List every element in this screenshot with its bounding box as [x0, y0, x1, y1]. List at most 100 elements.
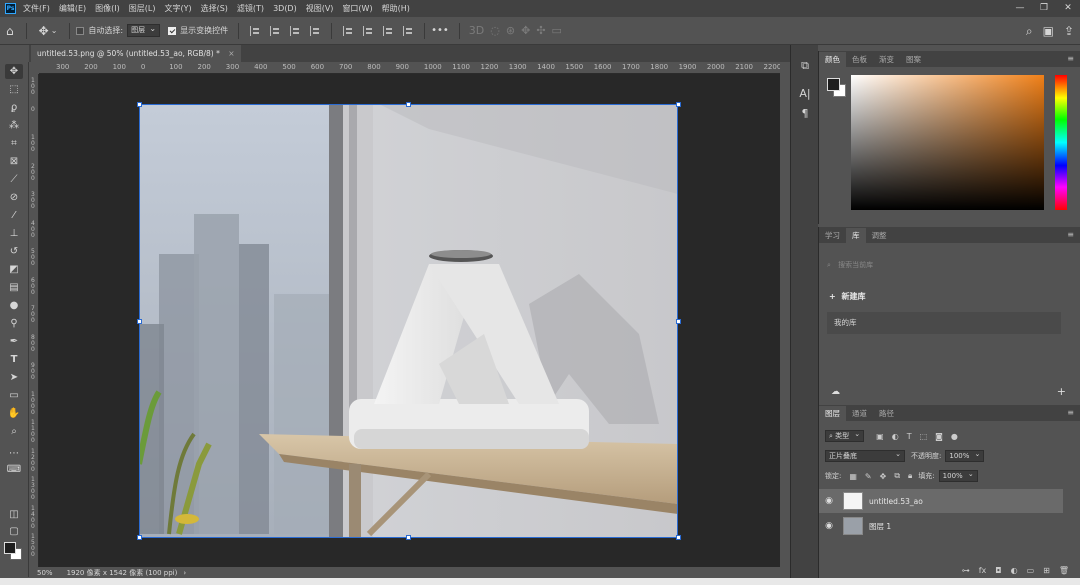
close-tab-icon[interactable]: ×: [228, 49, 234, 58]
more-options-button[interactable]: •••: [431, 25, 449, 36]
lock-artboard-icon[interactable]: ⧉: [894, 471, 900, 481]
panel-menu-icon[interactable]: ≡: [1067, 408, 1074, 417]
menu-edit[interactable]: 编辑(E): [59, 3, 86, 14]
rectangle-tool-icon[interactable]: ▭: [5, 388, 23, 403]
more-tools-icon[interactable]: ⋯: [5, 446, 23, 461]
transform-handle-bottom-left[interactable]: [137, 535, 142, 540]
menu-filter[interactable]: 滤镜(T): [237, 3, 264, 14]
fx-icon[interactable]: fx: [979, 566, 987, 575]
menu-layer[interactable]: 图层(L): [129, 3, 156, 14]
library-item[interactable]: 我的库: [827, 312, 1061, 334]
transform-handle-top-right[interactable]: [676, 102, 681, 107]
panel-menu-icon[interactable]: ≡: [1067, 54, 1074, 63]
transform-handle-bottom-right[interactable]: [676, 535, 681, 540]
fill-input[interactable]: 100%: [938, 469, 978, 482]
lasso-tool-icon[interactable]: ϼ: [5, 100, 23, 115]
path-select-tool-icon[interactable]: ➤: [5, 370, 23, 385]
adjustment-icon[interactable]: ◐: [1011, 566, 1018, 575]
menu-select[interactable]: 选择(S): [201, 3, 228, 14]
crop-tool-icon[interactable]: ⌗: [5, 136, 23, 151]
tab-adjustments[interactable]: 调整: [866, 228, 893, 243]
show-transform-checkbox[interactable]: [168, 26, 177, 35]
distribute-center-icon[interactable]: [363, 25, 373, 36]
opacity-input[interactable]: 100%: [945, 449, 985, 462]
color-picker-field[interactable]: [851, 75, 1044, 210]
layer-row-1[interactable]: ◉ 图层 1: [819, 514, 1063, 538]
tab-paths[interactable]: 路径: [873, 406, 900, 421]
lock-all-icon[interactable]: 🔒︎: [908, 471, 912, 481]
dodge-tool-icon[interactable]: ⚲: [5, 316, 23, 331]
gradient-tool-icon[interactable]: ▤: [5, 280, 23, 295]
new-library-button[interactable]: + 新建库: [829, 291, 866, 302]
healing-brush-tool-icon[interactable]: ⊘: [5, 190, 23, 205]
orbit-3d-icon[interactable]: ◌: [490, 24, 500, 37]
document-image[interactable]: [139, 104, 678, 538]
drag-3d-icon[interactable]: ✥: [521, 24, 530, 37]
canvas-area[interactable]: [39, 74, 780, 567]
pen-tool-icon[interactable]: ✒: [5, 334, 23, 349]
library-search[interactable]: ⌕ 搜索当前库: [827, 260, 873, 270]
tab-channels[interactable]: 通道: [846, 406, 873, 421]
transform-handle-top[interactable]: [406, 102, 411, 107]
tab-libraries[interactable]: 库: [846, 228, 866, 243]
tab-swatches[interactable]: 色板: [846, 52, 873, 67]
frame-tool-icon[interactable]: ⊠: [5, 154, 23, 169]
cloud-icon[interactable]: ☁: [831, 387, 840, 397]
hand-tool-icon[interactable]: ✋: [5, 406, 23, 421]
tab-gradients[interactable]: 渐变: [873, 52, 900, 67]
add-element-icon[interactable]: +: [1057, 385, 1066, 398]
transform-handle-top-left[interactable]: [137, 102, 142, 107]
filter-toggle-icon[interactable]: ●: [951, 432, 958, 441]
blend-mode-dropdown[interactable]: 正片叠底: [825, 449, 905, 462]
mask-icon[interactable]: ◘: [995, 566, 1001, 575]
minimize-button[interactable]: —: [1008, 0, 1032, 17]
foreground-color-swatch[interactable]: [4, 542, 16, 554]
eraser-tool-icon[interactable]: ◩: [5, 262, 23, 277]
chevron-down-icon[interactable]: ⌄: [51, 26, 58, 35]
distribute-top-icon[interactable]: [403, 25, 413, 36]
filter-shape-icon[interactable]: ⬚: [920, 432, 928, 441]
quick-select-tool-icon[interactable]: ⁂: [5, 118, 23, 133]
menu-view[interactable]: 视图(V): [306, 3, 334, 14]
workspace-icon[interactable]: ▣: [1043, 24, 1054, 38]
zoom-level[interactable]: 50%: [37, 569, 53, 577]
tab-layers[interactable]: 图层: [819, 406, 846, 421]
history-brush-tool-icon[interactable]: ↺: [5, 244, 23, 259]
folder-icon[interactable]: ▭: [1027, 566, 1035, 575]
new-layer-icon[interactable]: ⊞: [1043, 566, 1050, 575]
transform-handle-right[interactable]: [676, 319, 681, 324]
menu-help[interactable]: 帮助(H): [382, 3, 410, 14]
menu-3d[interactable]: 3D(D): [273, 4, 297, 13]
paragraph-panel-icon[interactable]: ¶: [797, 107, 813, 120]
transform-handle-bottom[interactable]: [406, 535, 411, 540]
trash-icon[interactable]: 🗑︎: [1059, 566, 1069, 575]
auto-select-checkbox[interactable]: [76, 26, 85, 35]
character-panel-icon[interactable]: A|: [797, 87, 813, 100]
link-icon[interactable]: ⊶: [962, 566, 970, 575]
move-tool-icon[interactable]: ✥: [5, 64, 23, 79]
distribute-left-icon[interactable]: [343, 25, 353, 36]
tab-patterns[interactable]: 图案: [900, 52, 927, 67]
layer-row-ao[interactable]: ◉ untitled.53_ao: [819, 489, 1063, 513]
document-tab[interactable]: untitled.53.png @ 50% (untitled.53_ao, R…: [31, 45, 241, 62]
align-center-icon[interactable]: [270, 25, 280, 36]
visibility-eye-icon[interactable]: ◉: [819, 521, 839, 531]
roll-3d-icon[interactable]: ⊛: [506, 24, 515, 37]
panel-menu-icon[interactable]: ≡: [1067, 230, 1074, 239]
marquee-tool-icon[interactable]: ⬚: [5, 82, 23, 97]
type-tool-icon[interactable]: T: [5, 352, 23, 367]
home-icon[interactable]: ⌂: [6, 24, 14, 38]
eyedropper-tool-icon[interactable]: ⟋: [5, 172, 23, 187]
lock-pixels-icon[interactable]: ✎: [865, 472, 872, 481]
transform-handle-left[interactable]: [137, 319, 142, 324]
quick-mask-icon[interactable]: ◫: [5, 507, 23, 522]
close-button[interactable]: ✕: [1056, 0, 1080, 17]
filter-smart-object-icon[interactable]: ◙: [935, 432, 943, 441]
tab-learn[interactable]: 学习: [819, 228, 846, 243]
align-left-icon[interactable]: [250, 25, 260, 36]
search-icon[interactable]: ⌕: [1026, 24, 1033, 39]
auto-select-dropdown[interactable]: 图层: [127, 23, 161, 37]
align-right-icon[interactable]: [290, 25, 300, 36]
status-menu-arrow[interactable]: ›: [183, 569, 186, 577]
edit-toolbar-icon[interactable]: ⌨: [5, 462, 23, 477]
